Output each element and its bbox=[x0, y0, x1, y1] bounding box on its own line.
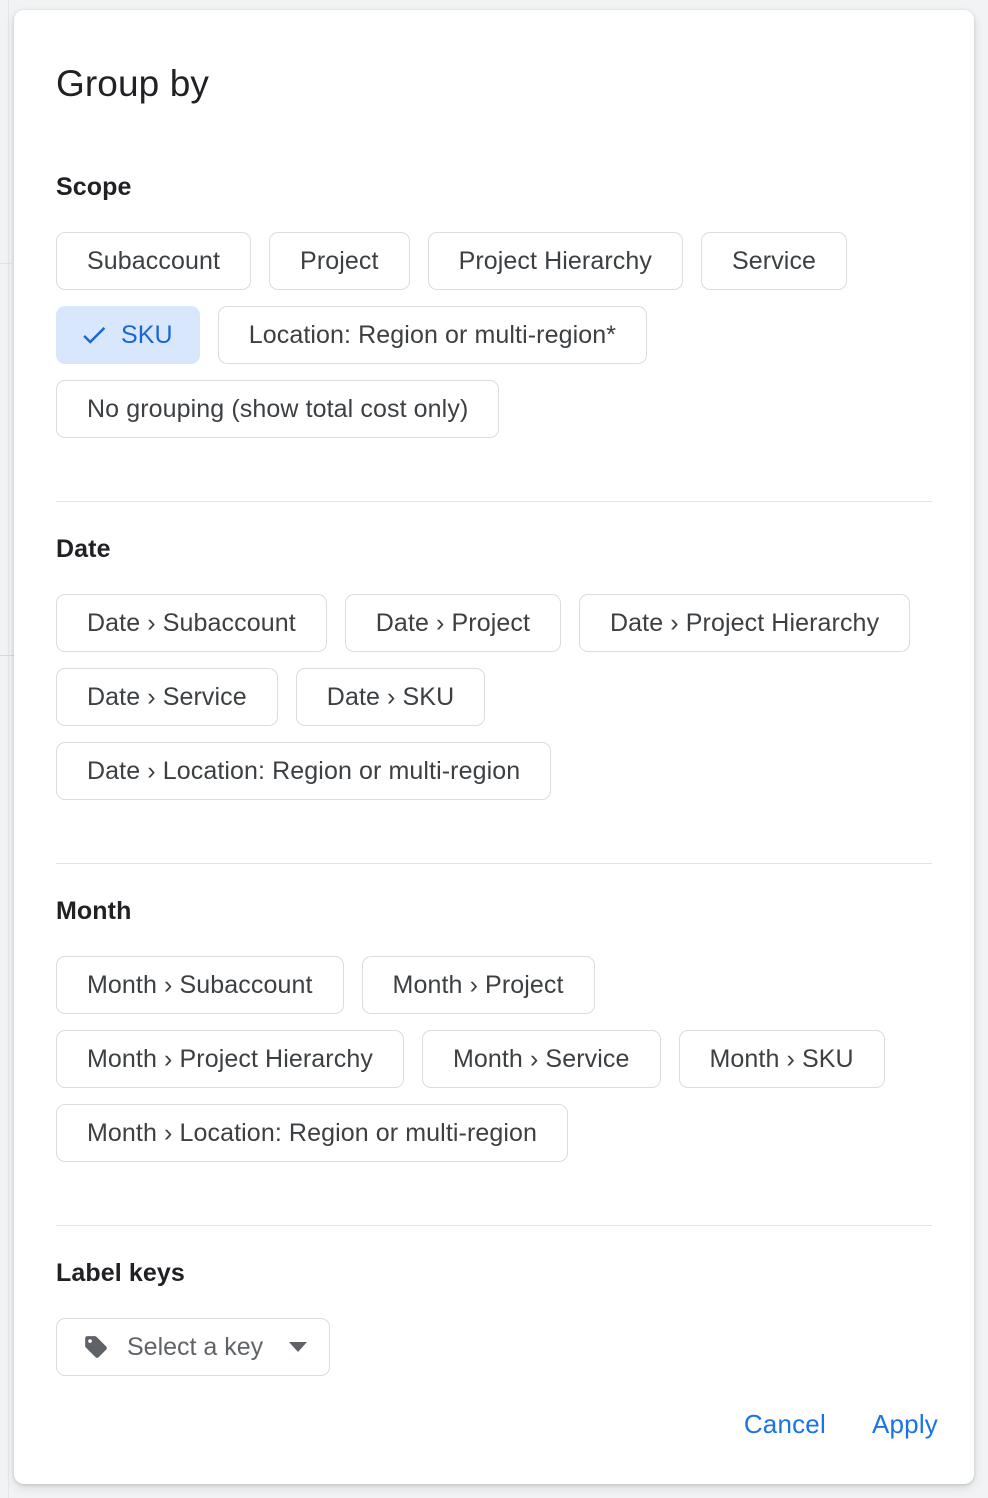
month-chip[interactable]: Month › SKU bbox=[678, 1030, 885, 1088]
section-label-keys: Label keys Select a key bbox=[56, 1258, 946, 1376]
date-chip[interactable]: Date › Service bbox=[56, 668, 278, 726]
scope-chip-label: Project Hierarchy bbox=[458, 246, 652, 275]
section-header-date: Date bbox=[56, 535, 111, 563]
month-chip-label: Month › SKU bbox=[709, 1044, 854, 1073]
month-chip[interactable]: Month › Location: Region or multi-region bbox=[56, 1104, 569, 1162]
background-page-line-vertical bbox=[8, 0, 9, 1498]
scope-chip-label: SKU bbox=[121, 320, 173, 349]
scope-chip[interactable]: Project Hierarchy bbox=[427, 232, 683, 290]
month-chip-label: Month › Project bbox=[392, 970, 564, 999]
date-chip[interactable]: Date › Subaccount bbox=[56, 594, 327, 652]
dialog-title: Group by bbox=[56, 63, 209, 104]
month-chip-label: Month › Project Hierarchy bbox=[87, 1044, 373, 1073]
date-chip[interactable]: Date › Project bbox=[344, 594, 562, 652]
label-key-select-value: Select a key bbox=[127, 1332, 264, 1361]
apply-button[interactable]: Apply bbox=[872, 1409, 938, 1440]
check-icon bbox=[79, 320, 109, 350]
tag-icon bbox=[83, 1334, 109, 1360]
group-by-dialog: Group by Scope Subaccount Project Project … bbox=[14, 10, 974, 1484]
scope-chip[interactable]: Service bbox=[701, 232, 848, 290]
month-chip-group: Month › Subaccount Month › Project Month ›… bbox=[56, 956, 946, 1162]
date-chip[interactable]: Date › Location: Region or multi-region bbox=[56, 742, 552, 800]
month-chip[interactable]: Month › Project Hierarchy bbox=[56, 1030, 404, 1088]
section-scope: Scope Subaccount Project Project Hierarchy… bbox=[56, 172, 946, 438]
scope-chip[interactable]: Location: Region or multi-region* bbox=[217, 306, 648, 364]
scope-chip[interactable]: No grouping (show total cost only) bbox=[56, 380, 500, 438]
date-chip-label: Date › Project Hierarchy bbox=[610, 608, 880, 637]
scope-chip[interactable]: SKU bbox=[56, 306, 200, 364]
scope-chip-label: Project bbox=[300, 246, 379, 275]
section-header-month: Month bbox=[56, 897, 132, 925]
month-chip-label: Month › Subaccount bbox=[87, 970, 313, 999]
section-date: Date Date › Subaccount Date › Project Date… bbox=[56, 534, 946, 800]
divider-month-labels bbox=[56, 1225, 932, 1226]
divider-scope-date bbox=[56, 501, 932, 502]
month-chip-label: Month › Service bbox=[452, 1044, 630, 1073]
section-month: Month Month › Subaccount Month › Project M… bbox=[56, 896, 946, 1162]
dialog-footer: Cancel Apply bbox=[744, 1409, 938, 1440]
date-chip-label: Date › Location: Region or multi-region bbox=[87, 756, 521, 785]
scope-chip-label: Service bbox=[732, 246, 817, 275]
date-chip-label: Date › Subaccount bbox=[87, 608, 296, 637]
date-chip-label: Date › SKU bbox=[326, 682, 455, 711]
scope-chip-label: No grouping (show total cost only) bbox=[87, 394, 469, 423]
month-chip[interactable]: Month › Project bbox=[361, 956, 595, 1014]
chevron-down-icon bbox=[289, 1342, 308, 1352]
section-header-scope: Scope bbox=[56, 173, 132, 201]
cancel-button[interactable]: Cancel bbox=[744, 1409, 826, 1440]
label-key-select[interactable]: Select a key bbox=[56, 1318, 331, 1376]
scope-chip[interactable]: Subaccount bbox=[56, 232, 252, 290]
background-page-line-horizontal-upper bbox=[0, 263, 12, 264]
date-chip[interactable]: Date › SKU bbox=[295, 668, 486, 726]
date-chip-label: Date › Service bbox=[87, 682, 247, 711]
section-header-label-keys: Label keys bbox=[56, 1259, 185, 1287]
scope-chip-group: Subaccount Project Project Hierarchy Servic… bbox=[56, 232, 946, 438]
scope-chip-label: Subaccount bbox=[87, 246, 221, 275]
date-chip-label: Date › Project bbox=[375, 608, 531, 637]
scope-chip[interactable]: Project bbox=[269, 232, 410, 290]
month-chip[interactable]: Month › Subaccount bbox=[56, 956, 344, 1014]
month-chip-label: Month › Location: Region or multi-region bbox=[87, 1118, 538, 1147]
date-chip[interactable]: Date › Project Hierarchy bbox=[579, 594, 911, 652]
month-chip[interactable]: Month › Service bbox=[421, 1030, 661, 1088]
date-chip-group: Date › Subaccount Date › Project Date › Pr… bbox=[56, 594, 946, 800]
scope-chip-label: Location: Region or multi-region* bbox=[248, 320, 617, 349]
divider-date-month bbox=[56, 863, 932, 864]
